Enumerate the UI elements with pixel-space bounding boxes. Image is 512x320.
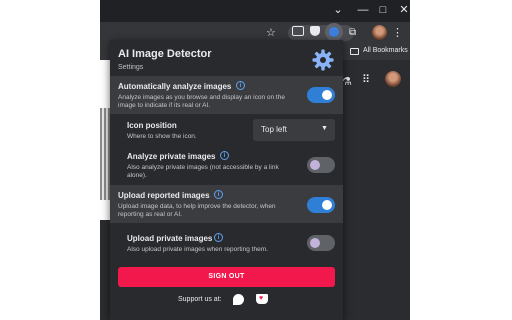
icon-position-value: Top left [261,125,287,134]
analyze-private-description: Also analyze private images (not accessi… [127,164,279,179]
auto-analyze-section: Automatically analyze images i Analyze i… [110,76,343,114]
upload-reported-description: Upload image data, to help improve the d… [118,203,276,218]
profile-avatar[interactable] [372,25,387,40]
puzzle-icon[interactable]: ⧉ [349,26,356,40]
icon-position-label: Icon position [127,121,177,130]
lab-flask-icon[interactable]: ⚗ [342,75,352,88]
bookmark-star-icon[interactable]: ☆ [266,26,276,40]
ai-image-detector-popup: AI Image Detector Settings Automatically… [110,40,343,320]
kebab-menu-icon[interactable]: ⋮ [392,26,403,40]
upload-reported-label: Upload reported images [118,191,210,200]
popup-subtitle: Settings [118,64,144,71]
upload-reported-toggle[interactable] [307,197,335,213]
auto-analyze-description: Analyze images as you browse and display… [118,94,285,109]
analyze-private-label: Analyze private images [127,152,216,161]
toggle-knob [322,90,332,100]
chevron-down-icon[interactable]: ⌄ [327,2,349,18]
extension-image-icon[interactable] [292,26,304,36]
info-icon[interactable]: i [220,151,229,160]
title-bar: ⌄ — □ ✕ [100,0,410,22]
info-icon[interactable]: i [236,81,245,90]
caret-down-icon: ▼ [321,125,328,132]
toggle-knob [310,238,320,248]
close-button[interactable]: ✕ [393,2,415,18]
auto-analyze-label: Automatically analyze images [118,82,232,91]
upload-private-label: Upload private images [127,234,213,243]
gear-icon[interactable] [311,48,335,72]
upload-private-toggle[interactable] [307,235,335,251]
icon-position-select[interactable]: Top left ▼ [253,119,335,141]
shield-icon[interactable] [310,26,320,36]
heart-icon: ♥ [259,295,264,302]
upload-private-description: Also upload private images when reportin… [127,246,268,253]
info-icon[interactable]: i [214,233,223,242]
upload-reported-section: Upload reported images i Upload image da… [110,185,343,223]
toggle-knob [310,160,320,170]
apps-grid-icon[interactable]: ⠿ [362,73,370,86]
auto-analyze-toggle[interactable] [307,87,335,103]
ai-image-detector-extension-icon[interactable] [325,23,343,41]
support-label: Support us at: [178,296,222,303]
icon-position-description: Where to show the icon. [127,133,197,140]
all-bookmarks-link[interactable]: All Bookmarks [363,47,408,54]
folder-icon [350,48,359,55]
popup-title: AI Image Detector [118,48,212,60]
ko-fi-icon[interactable]: ♥ [256,294,268,304]
page-photo [100,108,110,200]
toggle-knob [322,200,332,210]
patreon-icon[interactable] [233,294,244,305]
analyze-private-toggle[interactable] [307,157,335,173]
minimize-button[interactable]: — [352,2,374,18]
detector-dot-icon [329,27,339,37]
account-avatar[interactable] [385,71,401,87]
sign-out-button[interactable]: SIGN OUT [118,267,335,287]
info-icon[interactable]: i [214,190,223,199]
maximize-button[interactable]: □ [372,2,394,18]
